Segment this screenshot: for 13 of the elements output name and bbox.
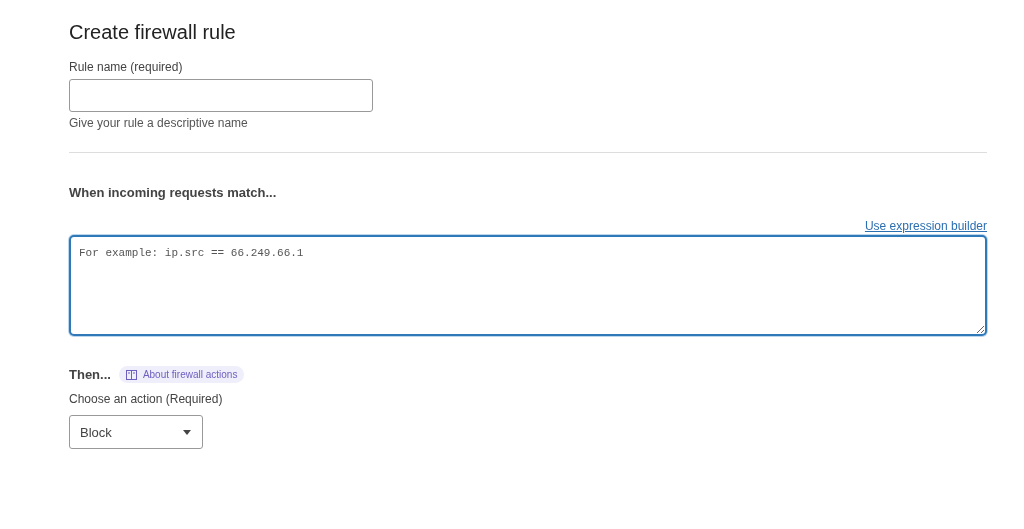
rule-name-input[interactable] bbox=[69, 79, 373, 112]
section-heading: Then... bbox=[69, 367, 111, 382]
expression-field[interactable]: For example: ip.src == 66.249.66.1 bbox=[69, 235, 987, 336]
field-label: Rule name (required) bbox=[69, 60, 184, 74]
firewall-actions-link[interactable]: About firewall actions bbox=[118, 366, 245, 383]
expression-builder-link[interactable]: Use expression builder bbox=[864, 219, 987, 233]
caret-icon bbox=[183, 429, 191, 435]
field-label: Choose an action (Required) bbox=[69, 392, 224, 406]
action-select[interactable]: Block bbox=[69, 415, 203, 449]
section-heading: When incoming requests match... bbox=[69, 185, 278, 200]
field-hint: Give your rule a descriptive name bbox=[69, 116, 249, 130]
book-icon bbox=[125, 369, 137, 380]
page-title: Create firewall rule bbox=[69, 20, 237, 45]
